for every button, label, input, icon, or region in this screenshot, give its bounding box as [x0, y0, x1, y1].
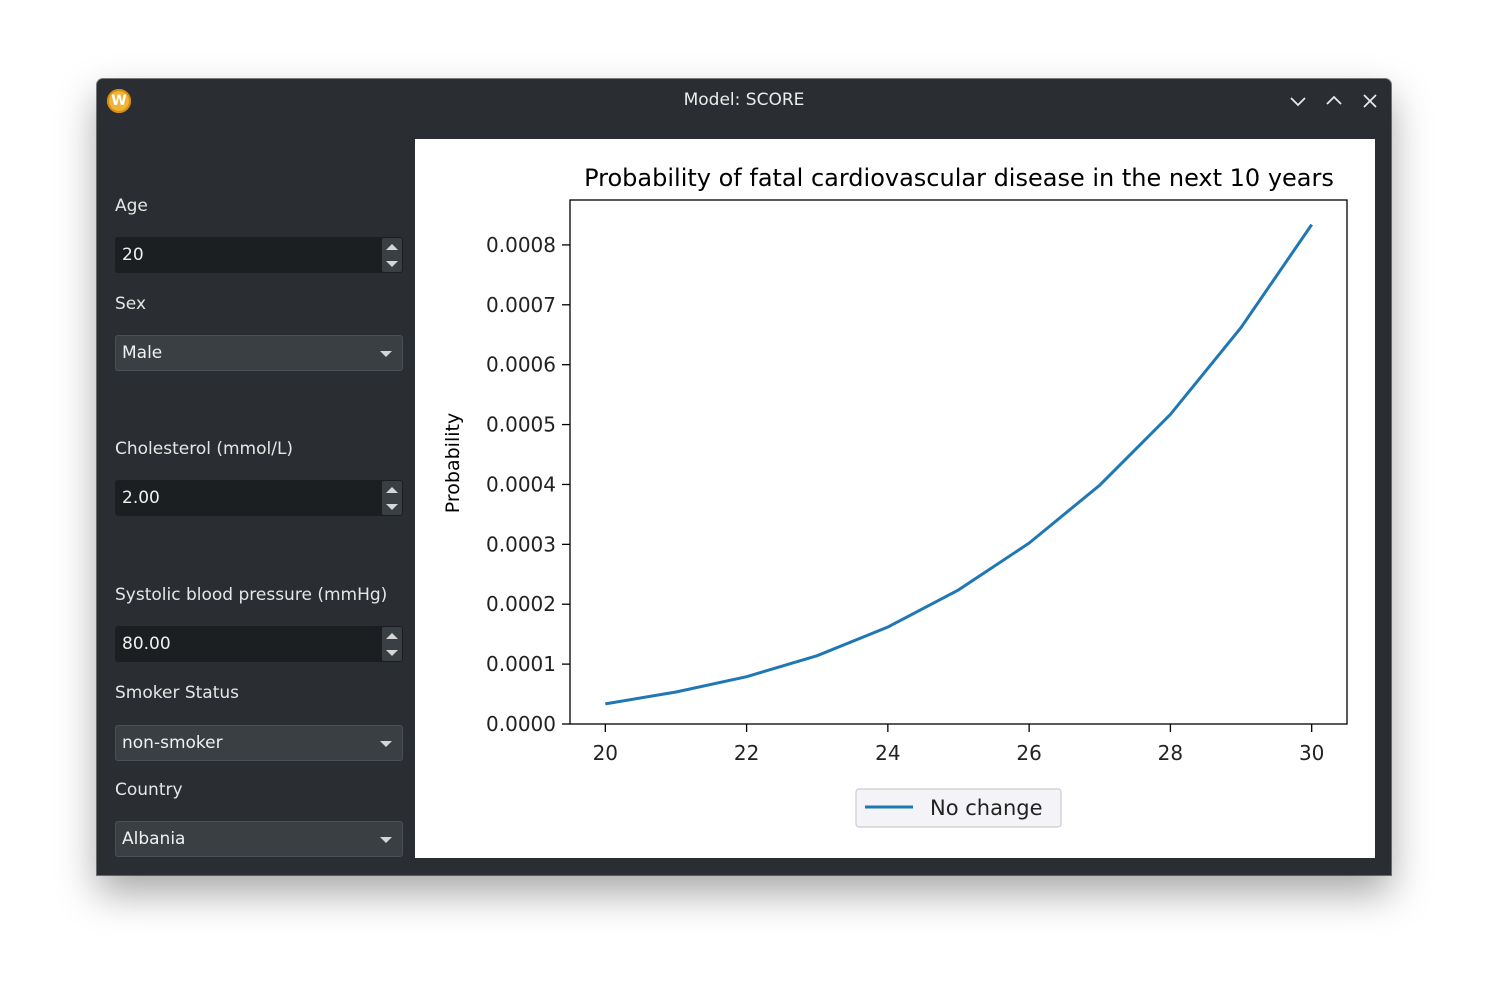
- close-button[interactable]: [1358, 89, 1382, 113]
- x-tick-label: 26: [1016, 741, 1041, 765]
- age-decrement-button[interactable]: [382, 255, 402, 272]
- sbp-increment-button[interactable]: [382, 627, 402, 644]
- x-tick-label: 20: [593, 741, 618, 765]
- cholesterol-increment-button[interactable]: [382, 481, 402, 498]
- y-tick-label: 0.0008: [486, 233, 556, 257]
- title-bar[interactable]: W Model: SCORE: [97, 79, 1391, 123]
- sex-dropdown[interactable]: Male: [115, 335, 403, 371]
- cholesterol-spinbox[interactable]: 2.00: [115, 480, 403, 516]
- age-spinbox[interactable]: 20: [115, 237, 403, 273]
- y-tick-label: 0.0006: [486, 353, 556, 377]
- close-icon: [1363, 94, 1377, 108]
- age-stepper: [382, 238, 402, 272]
- y-tick-label: 0.0007: [486, 293, 556, 317]
- cholesterol-value: 2.00: [122, 488, 160, 508]
- cholesterol-stepper: [382, 481, 402, 515]
- sex-label: Sex: [115, 294, 147, 314]
- arrow-up-icon: [386, 243, 398, 250]
- plot-canvas[interactable]: Probability of fatal cardiovascular dise…: [415, 139, 1375, 858]
- y-axis-ticks: 0.0000 0.0001 0.0002 0.0003 0.0004 0.0005 0.00…: [486, 233, 570, 736]
- country-value: Albania: [122, 829, 186, 849]
- arrow-down-icon: [386, 649, 398, 656]
- y-tick-label: 0.0005: [486, 413, 556, 437]
- plot-frame: [569, 199, 1348, 725]
- chevron-up-icon: [1326, 95, 1342, 105]
- maximize-button[interactable]: [1322, 89, 1346, 113]
- smoker-label: Smoker Status: [115, 683, 240, 703]
- parameters-panel: Age 20 Sex Male Cholesterol (mmol/L) 2.0…: [97, 123, 415, 875]
- dropdown-arrow-icon: [380, 741, 392, 747]
- x-tick-label: 30: [1299, 741, 1324, 765]
- series-line-no-change: [605, 223, 1313, 706]
- country-dropdown[interactable]: Albania: [115, 821, 403, 857]
- smoker-dropdown[interactable]: non-smoker: [115, 725, 403, 761]
- cholesterol-decrement-button[interactable]: [382, 498, 402, 515]
- age-label: Age: [115, 196, 148, 216]
- arrow-up-icon: [386, 632, 398, 639]
- dropdown-arrow-icon: [380, 351, 392, 357]
- x-tick-label: 28: [1158, 741, 1183, 765]
- sbp-stepper: [382, 627, 402, 661]
- y-tick-label: 0.0000: [486, 712, 556, 736]
- smoker-value: non-smoker: [122, 733, 223, 753]
- sbp-decrement-button[interactable]: [382, 644, 402, 661]
- sbp-spinbox[interactable]: 80.00: [115, 626, 403, 662]
- chart-title: Probability of fatal cardiovascular dise…: [584, 164, 1334, 192]
- age-value: 20: [122, 245, 144, 265]
- y-tick-label: 0.0001: [486, 652, 556, 676]
- x-axis-ticks: 20 22 24 26 28 30: [593, 724, 1324, 765]
- country-label: Country: [115, 780, 183, 800]
- x-tick-label: 22: [734, 741, 759, 765]
- dropdown-arrow-icon: [380, 837, 392, 843]
- sex-value: Male: [122, 343, 163, 363]
- x-tick-label: 24: [875, 741, 900, 765]
- chevron-down-icon: [1290, 97, 1306, 107]
- y-tick-label: 0.0003: [486, 532, 556, 556]
- app-window: W Model: SCORE Age 20 Sex Male Cholester…: [97, 79, 1391, 875]
- y-tick-label: 0.0004: [486, 472, 556, 496]
- window-title: Model: SCORE: [683, 90, 805, 110]
- sbp-value: 80.00: [122, 634, 171, 654]
- minimize-button[interactable]: [1286, 89, 1310, 113]
- age-increment-button[interactable]: [382, 238, 402, 255]
- y-tick-label: 0.0002: [486, 592, 556, 616]
- legend-label: No change: [930, 796, 1043, 820]
- arrow-up-icon: [386, 486, 398, 493]
- chart-legend: No change: [855, 788, 1062, 828]
- sbp-label: Systolic blood pressure (mmHg): [115, 585, 388, 605]
- arrow-down-icon: [386, 503, 398, 510]
- arrow-down-icon: [386, 260, 398, 267]
- probability-chart: Probability of fatal cardiovascular dise…: [442, 164, 1348, 828]
- cholesterol-label: Cholesterol (mmol/L): [115, 439, 294, 459]
- y-axis-label: Probability: [442, 413, 464, 513]
